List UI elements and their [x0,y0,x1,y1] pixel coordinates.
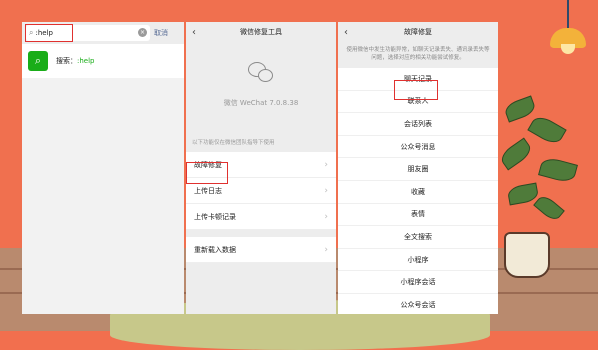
list-item-label: 上传卡顿记录 [194,212,236,221]
repair-item-stickers[interactable]: 表情 [338,204,498,227]
description-text: 使用微信中发生功能异常，如聊天记录丢失、通讯录丢失等问题，选择对应的相关功能尝试… [346,47,490,61]
repair-item-fulltext-search[interactable]: 全文搜索 [338,226,498,249]
version-label: 微信 WeChat 7.0.8.38 [223,99,299,107]
list-item-upload-lag[interactable]: 上传卡顿记录 › [186,204,336,230]
nav-bar: ‹ 微信修复工具 [186,22,336,42]
repair-tool-screen: ‹ 微信修复工具 微信 WeChat 7.0.8.38 以下功能仅在微信团队指导… [186,22,336,314]
lamp-cord [567,0,569,30]
highlight-box [25,24,73,42]
divider [186,230,336,237]
repair-item-moments[interactable]: 朋友圈 [338,158,498,181]
result-query: :help [77,57,95,65]
repair-item-favorites[interactable]: 收藏 [338,181,498,204]
repair-item-chat-list[interactable]: 会话列表 [338,113,498,136]
repair-list: 聊天记录 联系人 会话列表 公众号消息 朋友圈 收藏 表情 全文搜索 小程序 小… [338,68,498,314]
clear-icon[interactable]: × [138,28,147,37]
wechat-logo-icon [248,62,274,84]
fault-repair-screen: ‹ 故障修复 使用微信中发生功能异常，如聊天记录丢失、通讯录丢失等问题，选择对应… [338,22,498,314]
repair-item-mini-program-chats[interactable]: 小程序会话 [338,271,498,294]
search-icon: ⌕ [28,51,48,71]
chevron-right-icon: › [324,244,328,255]
page-title: 微信修复工具 [240,28,282,36]
back-icon[interactable]: ‹ [192,27,196,38]
list-item-label: 重新载入数据 [194,245,236,254]
hint-text: 以下功能仅在微信团队指导下使用 [192,140,275,146]
chevron-right-icon: › [324,159,328,170]
highlight-box [394,80,438,100]
result-prefix: 搜索： [56,57,77,65]
chevron-right-icon: › [324,211,328,222]
plant-pot [504,232,550,278]
search-result[interactable]: ⌕ 搜索：:help [22,44,184,78]
repair-item-official-chats[interactable]: 公众号会话 [338,294,498,314]
repair-item-official-messages[interactable]: 公众号消息 [338,136,498,159]
nav-bar: ‹ 故障修复 [338,22,498,42]
search-screen: ⌕ :help × 取消 ⌕ 搜索：:help [22,22,184,314]
back-icon[interactable]: ‹ [344,27,348,38]
logo-area: 微信 WeChat 7.0.8.38 [186,62,336,108]
chevron-right-icon: › [324,185,328,196]
list-item-reload-data[interactable]: 重新载入数据 › [186,237,336,263]
tool-list-2: 重新载入数据 › [186,237,336,263]
repair-item-mini-programs[interactable]: 小程序 [338,249,498,272]
highlight-box [186,162,228,184]
cancel-button[interactable]: 取消 [154,28,168,38]
list-item-label: 上传日志 [194,186,222,195]
result-label: 搜索：:help [56,56,95,66]
page-title: 故障修复 [404,28,432,36]
